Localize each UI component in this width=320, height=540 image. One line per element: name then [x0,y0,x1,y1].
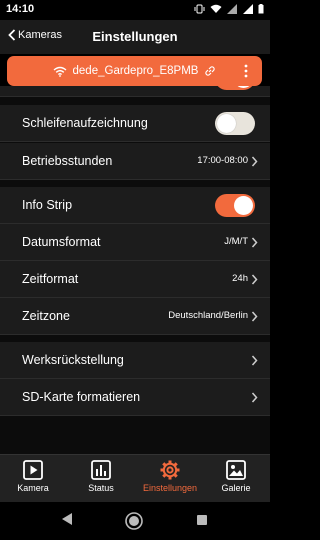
more-options-icon[interactable] [240,63,252,79]
tab-label: Kamera [17,483,49,493]
row-value: 24h [232,273,248,284]
settings-row-time-zone[interactable]: Zeitzone Deutschland/Berlin [0,298,270,335]
settings-row-date-format[interactable]: Datumsformat J/M/T [0,224,270,261]
back-button[interactable]: Kameras [8,29,62,41]
wifi-icon [210,4,222,13]
row-label: Datumsformat [22,235,101,249]
info-strip-toggle[interactable] [215,194,255,217]
row-label: Betriebsstunden [22,154,113,168]
back-triangle-icon[interactable] [61,512,73,526]
chevron-left-icon [8,29,16,41]
chevron-right-icon [251,237,258,248]
hidden-row-toggle[interactable] [215,86,255,90]
tab-label: Einstellungen [142,483,198,493]
tab-label: Status [88,483,114,493]
battery-icon [258,4,264,14]
status-bar: 14:10 [0,0,270,20]
chevron-right-icon [251,392,258,403]
row-label: Zeitzone [22,309,70,323]
row-label: Schleifenaufzeichnung [22,116,148,130]
link-icon [205,66,216,76]
settings-row-operating-hours[interactable]: Betriebsstunden 17:00-08:00 [0,143,270,180]
tab-status[interactable]: Status [71,459,131,501]
status-icons [194,4,264,14]
settings-row-info-strip[interactable]: Info Strip [0,187,270,224]
chevron-right-icon [251,355,258,366]
row-label: SD-Karte formatieren [22,390,141,404]
device-bar[interactable]: dede_Gardepro_E8PMB [7,56,262,86]
image-icon [226,460,246,480]
home-circle-icon[interactable] [125,512,143,530]
chevron-right-icon [251,311,258,322]
back-label: Kameras [18,29,63,41]
wifi-icon [53,66,66,77]
chevron-right-icon [251,156,258,167]
recents-square-icon[interactable] [196,514,208,526]
device-name: dede_Gardepro_E8PMB [72,65,199,77]
status-time: 14:10 [6,3,35,15]
bar-chart-icon [91,460,111,480]
header: Kameras Einstellungen [0,20,270,54]
system-nav-bar [0,502,270,540]
gear-icon [160,460,180,480]
settings-row-time-format[interactable]: Zeitformat 24h [0,261,270,298]
cellular-icon [227,4,237,14]
row-label: Werksrückstellung [22,353,124,367]
bottom-tab-bar: Kamera Status Einstellungen Galerie [0,454,270,502]
tab-einstellungen[interactable]: Einstellungen [139,459,201,501]
row-label: Zeitformat [22,272,79,286]
row-value: Deutschland/Berlin [168,310,248,321]
vibrate-icon [194,4,205,14]
tab-galerie[interactable]: Galerie [206,459,266,501]
loop-recording-toggle[interactable] [215,112,255,135]
settings-row-format-sd[interactable]: SD-Karte formatieren [0,379,270,416]
settings-row-loop-recording[interactable]: Schleifenaufzeichnung [0,105,270,142]
tab-kamera[interactable]: Kamera [3,459,63,501]
signal-icon [243,4,253,14]
settings-row-factory-reset[interactable]: Werksrückstellung [0,342,270,379]
play-icon [23,460,43,480]
settings-list: Schleifenaufzeichnung Betriebsstunden 17… [0,86,270,454]
row-value: J/M/T [224,236,248,247]
row-label: Info Strip [22,198,73,212]
chevron-right-icon [251,274,258,285]
row-value: 17:00-08:00 [197,155,248,166]
settings-row-hidden [0,86,270,97]
tab-label: Galerie [221,483,251,493]
